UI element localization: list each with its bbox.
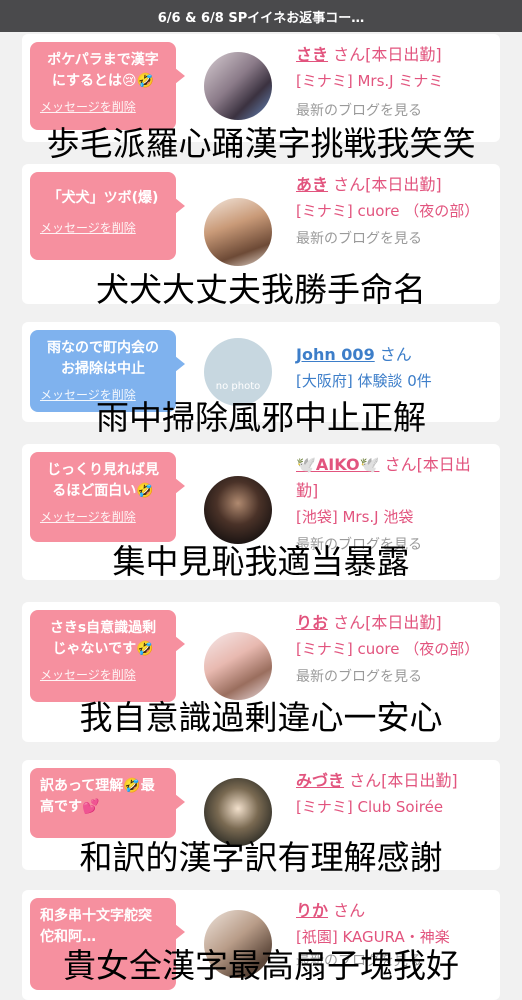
avatar[interactable] bbox=[204, 198, 272, 266]
delete-message-link[interactable]: メッセージを削除 bbox=[40, 508, 166, 525]
user-status: さん[本日出勤] bbox=[333, 45, 442, 64]
avatar[interactable] bbox=[204, 778, 272, 846]
user-name-link[interactable]: あき bbox=[296, 175, 328, 194]
avatar[interactable] bbox=[204, 52, 272, 120]
user-name-link[interactable]: John 009 bbox=[296, 345, 375, 364]
user-name-link[interactable]: 🕊️AIKO🕊️ bbox=[296, 455, 379, 474]
message-card: じっくり見れば見 るほど面白い🤣 メッセージを削除 🕊️AIKO🕊️ さん[本日… bbox=[22, 444, 500, 580]
message-bubble: 「犬犬」ツボ(爆) メッセージを削除 bbox=[30, 172, 185, 260]
avatar[interactable] bbox=[204, 632, 272, 700]
blog-link[interactable]: 最新のブログを見る bbox=[296, 534, 492, 556]
user-name-link[interactable]: みづき bbox=[296, 771, 344, 790]
message-text: 訳あって理解🤣最 高です💕 bbox=[40, 778, 155, 815]
message-card: ポケパラまで漢字 にするとは😢🤣 メッセージを削除 さき さん[本日出勤] [ミ… bbox=[22, 34, 500, 142]
message-bubble: じっくり見れば見 るほど面白い🤣 メッセージを削除 bbox=[30, 452, 185, 542]
message-text: 和多串十文字舵突 佗和阿… bbox=[40, 908, 152, 945]
shop-link[interactable]: [祇園] KAGURA・神楽 bbox=[296, 924, 492, 950]
user-status: さん bbox=[379, 345, 412, 364]
message-text: さきs自意識過剰 じゃないです🤣 bbox=[49, 620, 157, 657]
user-status: さん bbox=[333, 901, 366, 920]
blog-link[interactable]: 最新のブログを見る bbox=[296, 666, 492, 688]
message-text: 「犬犬」ツボ(爆) bbox=[47, 190, 159, 206]
avatar[interactable] bbox=[204, 476, 272, 544]
user-name-link[interactable]: りか bbox=[296, 901, 328, 920]
avatar[interactable] bbox=[204, 910, 272, 978]
delete-message-link[interactable]: メッセージを削除 bbox=[40, 666, 166, 683]
shop-link[interactable]: [ミナミ] cuore （夜の部） bbox=[296, 636, 492, 662]
shop-link[interactable]: [ミナミ] cuore （夜の部） bbox=[296, 198, 492, 224]
message-card: 訳あって理解🤣最 高です💕 みづき さん[本日出勤] [ミナミ] Club So… bbox=[22, 760, 500, 870]
blog-link[interactable]: 最新のブログを見る bbox=[296, 950, 492, 972]
shop-link[interactable]: [ミナミ] Club Soirée bbox=[296, 794, 492, 820]
message-bubble: さきs自意識過剰 じゃないです🤣 メッセージを削除 bbox=[30, 610, 185, 702]
user-name-link[interactable]: りお bbox=[296, 613, 328, 632]
avatar-placeholder-text: no photo bbox=[215, 381, 261, 392]
window-title: 6/6 & 6/8 SPイイネお返事コー… bbox=[0, 0, 522, 32]
message-text: ポケパラまで漢字 にするとは😢🤣 bbox=[47, 52, 159, 89]
message-card: 「犬犬」ツボ(爆) メッセージを削除 あき さん[本日出勤] [ミナミ] cuo… bbox=[22, 164, 500, 304]
message-card: 雨なので町内会の お掃除は中止 メッセージを削除 no photo John 0… bbox=[22, 322, 500, 422]
blog-link[interactable]: 最新のブログを見る bbox=[296, 228, 492, 250]
message-bubble: 和多串十文字舵突 佗和阿… bbox=[30, 898, 185, 990]
message-text: じっくり見れば見 るほど面白い🤣 bbox=[47, 462, 159, 499]
delete-message-link[interactable]: メッセージを削除 bbox=[40, 219, 166, 236]
message-bubble: ポケパラまで漢字 にするとは😢🤣 メッセージを削除 bbox=[30, 42, 185, 130]
user-name-link[interactable]: さき bbox=[296, 45, 328, 64]
message-bubble: 訳あって理解🤣最 高です💕 bbox=[30, 768, 185, 838]
avatar[interactable]: no photo bbox=[204, 338, 272, 406]
user-status: さん[本日出勤] bbox=[333, 175, 442, 194]
message-text: 雨なので町内会の お掃除は中止 bbox=[47, 340, 159, 377]
delete-message-link[interactable]: メッセージを削除 bbox=[40, 386, 166, 403]
delete-message-link[interactable]: メッセージを削除 bbox=[40, 98, 166, 115]
user-status: さん[本日出勤] bbox=[349, 771, 458, 790]
user-status: さん[本日出勤] bbox=[333, 613, 442, 632]
shop-link[interactable]: [池袋] Mrs.J 池袋 bbox=[296, 504, 492, 530]
message-card: 和多串十文字舵突 佗和阿… りか さん [祇園] KAGURA・神楽 最新のブロ… bbox=[22, 890, 500, 1000]
message-bubble: 雨なので町内会の お掃除は中止 メッセージを削除 bbox=[30, 330, 185, 412]
shop-link[interactable]: [ミナミ] Mrs.J ミナミ bbox=[296, 68, 492, 94]
message-card: さきs自意識過剰 じゃないです🤣 メッセージを削除 りお さん[本日出勤] [ミ… bbox=[22, 602, 500, 742]
blog-link[interactable]: 最新のブログを見る bbox=[296, 100, 492, 122]
shop-link[interactable]: [大阪府] 体験談 0件 bbox=[296, 368, 492, 394]
